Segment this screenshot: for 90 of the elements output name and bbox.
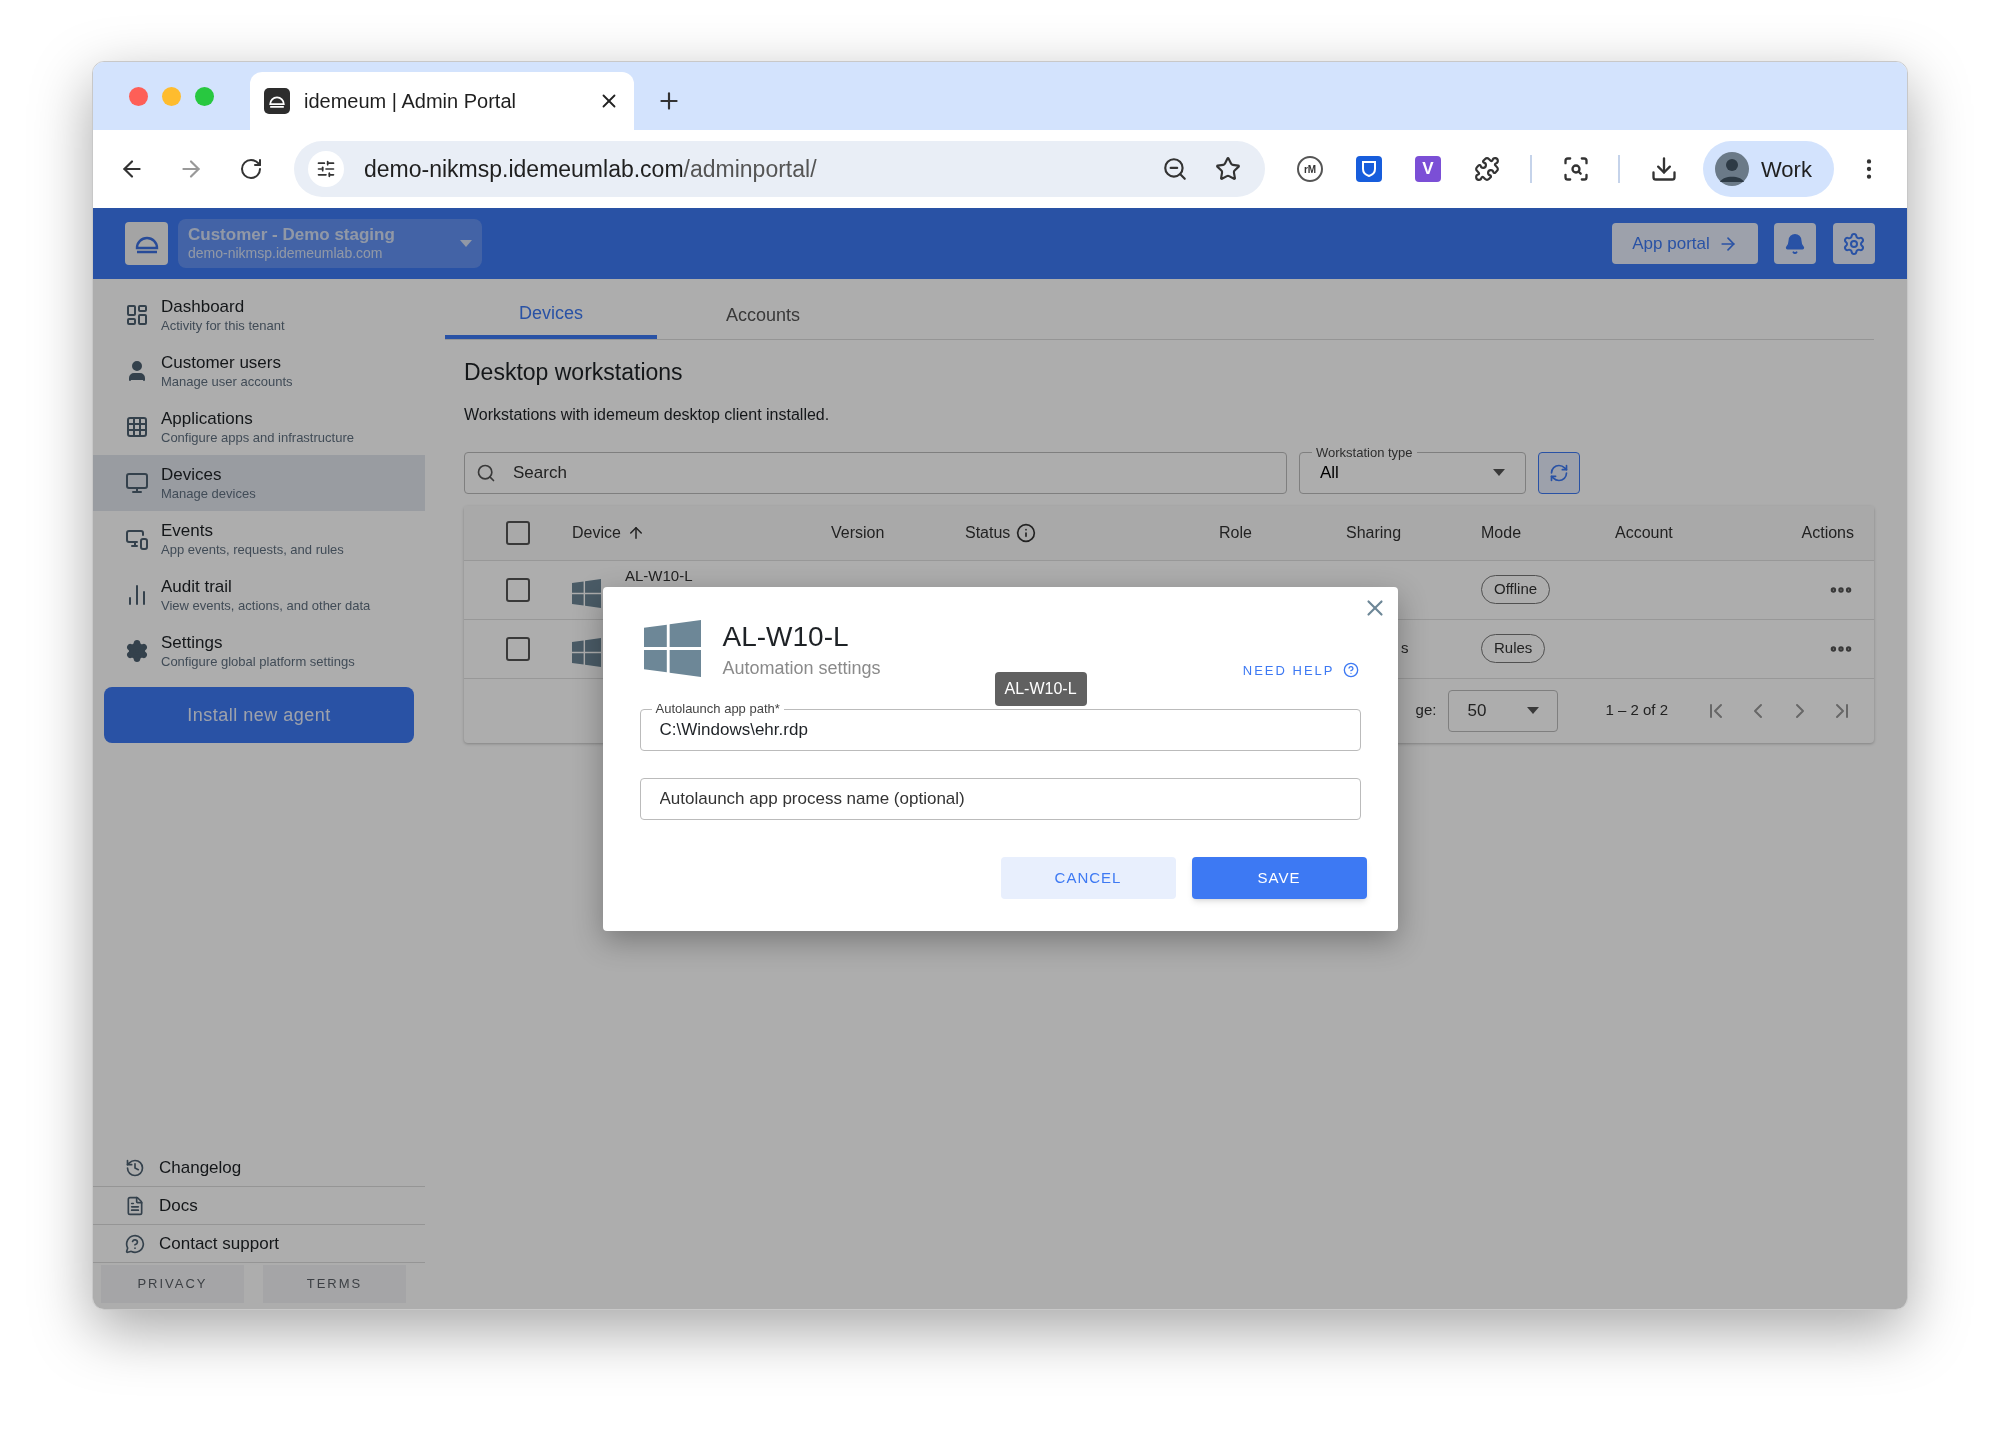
- checkbox[interactable]: [506, 636, 530, 661]
- reload-icon[interactable]: [239, 157, 263, 181]
- sidebar-item-title: Events: [161, 520, 214, 542]
- settings-icon: [125, 639, 149, 663]
- dropdown-caret-icon: [1493, 469, 1505, 476]
- history-icon: [125, 1157, 145, 1178]
- dialog-subtitle: Automation settings: [722, 657, 881, 681]
- tenant-domain: demo-nikmsp.idemeumlab.com: [188, 245, 384, 263]
- address-bar[interactable]: demo-nikmsp.idemeumlab.com/adminportal/: [294, 141, 1265, 197]
- column-header[interactable]: Mode: [1481, 520, 1522, 545]
- info-icon[interactable]: [1016, 522, 1037, 543]
- column-header[interactable]: Device: [572, 520, 621, 545]
- bell-icon: [1784, 232, 1806, 255]
- dialog-title: AL-W10-L: [722, 619, 850, 654]
- column-header[interactable]: Status: [965, 520, 1011, 545]
- zoom-icon[interactable]: [1162, 156, 1188, 182]
- grid-icon: [125, 415, 149, 439]
- search-icon: [476, 462, 496, 483]
- sidebar-item-title: Customer users: [161, 352, 282, 374]
- sidebar-item-subtitle: Manage devices: [161, 485, 256, 502]
- help-icon: [1342, 662, 1359, 679]
- rows-per-page-label: ge:: [1415, 700, 1437, 721]
- column-header[interactable]: Role: [1219, 520, 1252, 545]
- url-text: demo-nikmsp.idemeumlab.com/adminportal/: [364, 154, 818, 184]
- dropdown-caret-icon: [1527, 707, 1540, 714]
- refresh-button[interactable]: [1538, 451, 1580, 494]
- windows-logo-icon: [572, 578, 601, 608]
- page-description: Workstations with idemeum desktop client installed.: [464, 404, 831, 425]
- column-header[interactable]: Version: [831, 520, 885, 545]
- devices-icon: [125, 527, 149, 551]
- sidebar-item-subtitle: App events, requests, and rules: [161, 541, 344, 558]
- sidebar-item-title: Applications: [161, 408, 254, 430]
- app-logo-icon: [125, 222, 168, 265]
- legal-link-button[interactable]: PRIVACY: [101, 1265, 244, 1303]
- sidebar-item-subtitle: Configure apps and infrastructure: [161, 429, 354, 446]
- extension-icon[interactable]: rM: [1297, 156, 1323, 182]
- document-icon: [125, 1195, 145, 1216]
- cancel-button[interactable]: CANCEL: [1000, 857, 1176, 900]
- shield-icon[interactable]: [1356, 156, 1382, 182]
- rows-per-page-select[interactable]: 50: [1448, 689, 1559, 732]
- field-label: Autolaunch app path*: [651, 702, 784, 716]
- table-cell: s: [1401, 639, 1409, 657]
- sidebar-item-title: Settings: [161, 632, 224, 654]
- column-header[interactable]: Account: [1615, 520, 1673, 545]
- dashboard-icon: [125, 303, 149, 327]
- browser-tab[interactable]: idemeum | Admin Portal: [250, 72, 634, 130]
- site-info-icon[interactable]: [308, 151, 344, 187]
- page-title: Desktop workstations: [464, 358, 684, 387]
- checkbox[interactable]: [506, 577, 530, 602]
- footer-link[interactable]: Contact support: [93, 1225, 425, 1263]
- refresh-icon: [1549, 462, 1569, 483]
- need-help-link[interactable]: NEED HELP: [1242, 660, 1359, 680]
- save-button[interactable]: SAVE: [1191, 857, 1367, 900]
- profile-button[interactable]: Work: [1703, 141, 1834, 197]
- column-header[interactable]: Sharing: [1346, 520, 1402, 545]
- sidebar-item-subtitle: Activity for this tenant: [161, 317, 285, 334]
- bookmark-star-icon[interactable]: [1215, 156, 1241, 182]
- notifications-button[interactable]: [1774, 223, 1816, 264]
- device-name: AL-W10-L: [625, 566, 693, 585]
- search-field[interactable]: Search: [464, 451, 1287, 494]
- settings-icon: [1842, 231, 1866, 256]
- legal-link-button[interactable]: TERMS: [263, 1265, 406, 1303]
- extension-icon[interactable]: V: [1415, 156, 1441, 182]
- text-field[interactable]: Autolaunch app process name (optional): [639, 778, 1361, 821]
- sidebar-item-subtitle: Configure global platform settings: [161, 653, 355, 670]
- sidebar-item-title: Dashboard: [161, 296, 246, 318]
- monitor-icon: [125, 471, 149, 495]
- sidebar-item-subtitle: View events, actions, and other data: [161, 597, 371, 614]
- tab[interactable]: Accounts: [657, 292, 869, 339]
- avatar-icon: [1715, 152, 1749, 186]
- sidebar-item-subtitle: Manage user accounts: [161, 373, 293, 390]
- checkbox[interactable]: [506, 520, 530, 545]
- help-icon: [125, 1233, 145, 1254]
- sidebar-item[interactable]: Devices Manage devices: [93, 455, 425, 511]
- dropdown-caret-icon: [460, 240, 472, 247]
- sidebar-item-title: Devices: [161, 464, 223, 486]
- sidebar-item-title: Audit trail: [161, 576, 233, 598]
- tooltip: AL-W10-L: [994, 671, 1087, 706]
- site-favicon-icon: [264, 88, 290, 114]
- windows-logo-icon: [643, 619, 701, 677]
- footer-link[interactable]: Changelog: [93, 1149, 425, 1187]
- settings-button[interactable]: [1833, 223, 1875, 264]
- column-header[interactable]: Actions: [1801, 520, 1854, 545]
- tenant-name: Customer - Demo staging: [188, 224, 396, 246]
- footer-link[interactable]: Docs: [93, 1187, 425, 1225]
- download-icon[interactable]: [1650, 155, 1678, 183]
- windows-logo-icon: [572, 637, 601, 667]
- tab-search-icon[interactable]: [1562, 155, 1590, 183]
- pagination-range: 1 – 2 of 2: [1605, 700, 1668, 721]
- puzzle-icon[interactable]: [1474, 156, 1500, 182]
